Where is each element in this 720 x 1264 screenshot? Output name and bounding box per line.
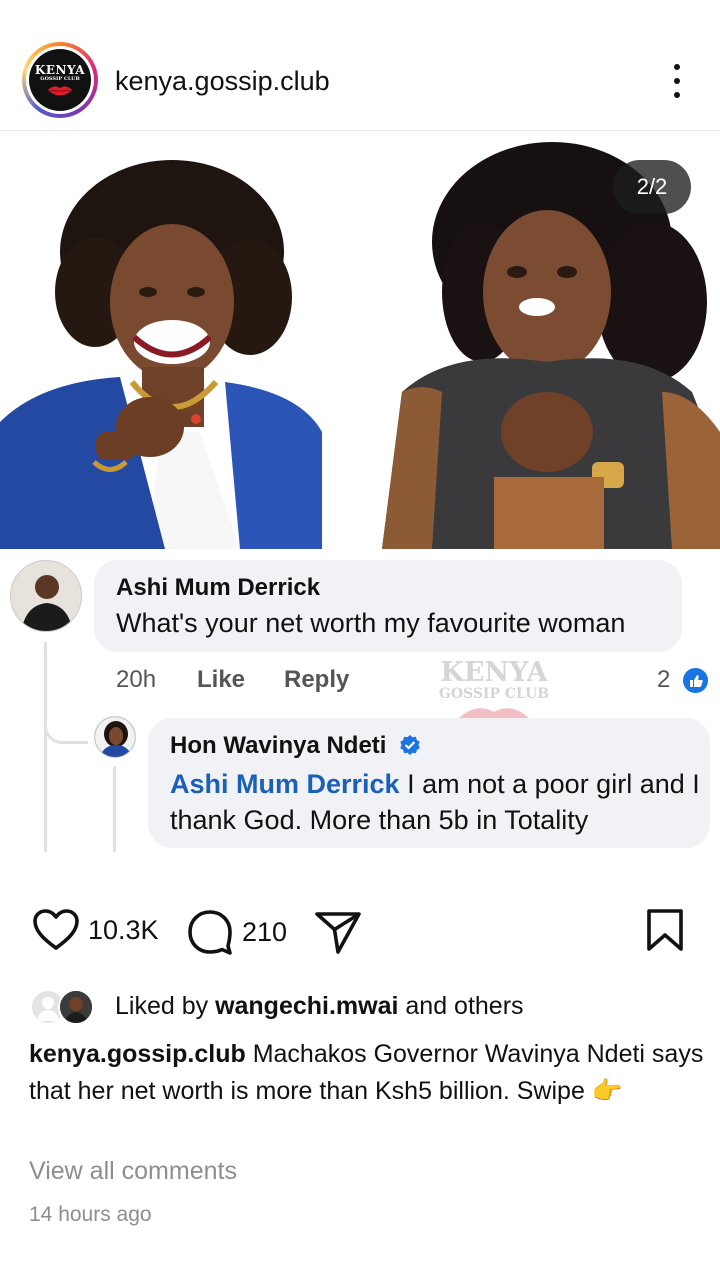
- liked-by-text: Liked by wangechi.mwai and others: [115, 992, 524, 1020]
- account-username[interactable]: kenya.gossip.club: [115, 66, 330, 97]
- liked-by-user[interactable]: wangechi.mwai: [215, 992, 398, 1020]
- bookmark-icon: [647, 909, 683, 951]
- post-header: KENYA GOSSIP CLUB kenya.gossip.club: [0, 0, 720, 131]
- comment-icon: [188, 910, 232, 955]
- more-options-icon[interactable]: [670, 64, 684, 98]
- save-button[interactable]: [646, 908, 684, 952]
- liked-by-row[interactable]: Liked by wangechi.mwai and others: [30, 986, 710, 1026]
- liker-avatar-2: [58, 989, 94, 1025]
- photo-woman-speaking: 2/2: [362, 132, 720, 549]
- comment-author: Ashi Mum Derrick: [116, 574, 321, 601]
- heart-icon: [33, 909, 79, 950]
- verified-badge-icon: [400, 735, 420, 755]
- lips-icon: [48, 86, 72, 96]
- thumbs-up-icon: [681, 666, 710, 695]
- reply-text: Ashi Mum Derrick I am not a poor girl an…: [170, 769, 700, 835]
- thread-line: [44, 642, 47, 852]
- thread-connector: [44, 692, 88, 744]
- post-caption: kenya.gossip.club Machakos Governor Wavi…: [29, 1036, 709, 1110]
- thread-line-reply: [113, 766, 116, 852]
- comment-bubble: Ashi Mum Derrick What's your net worth m…: [94, 560, 682, 652]
- reply-author: Hon Wavinya Ndeti: [170, 732, 387, 759]
- pointing-right-emoji: 👉: [591, 1077, 623, 1105]
- reply-bubble: Hon Wavinya Ndeti Ashi Mum Derrick I am …: [148, 718, 710, 848]
- share-button[interactable]: [314, 908, 362, 956]
- comment-reply-link: Reply: [284, 666, 350, 693]
- send-icon: [315, 912, 361, 954]
- post-actions: 10.3K 210: [0, 908, 720, 968]
- reply-mention: Ashi Mum Derrick: [170, 769, 400, 799]
- carousel-counter: 2/2: [613, 160, 691, 214]
- account-avatar[interactable]: KENYA GOSSIP CLUB: [22, 42, 98, 118]
- view-all-comments-link[interactable]: View all comments: [29, 1157, 237, 1186]
- comment-text: What's your net worth my favourite woman: [116, 608, 626, 638]
- likes-count: 10.3K: [88, 914, 159, 945]
- reaction-count: 2: [657, 666, 671, 693]
- post-timestamp: 14 hours ago: [29, 1203, 152, 1226]
- comment-like-link: Like: [197, 666, 246, 693]
- reply-author-avatar: [94, 716, 136, 758]
- kenya-gossip-club-logo: KENYA GOSSIP CLUB: [29, 49, 91, 111]
- post-image[interactable]: 2/2 Ashi Mum Derrick What's your net wor…: [0, 132, 720, 872]
- comments-count: 210: [242, 916, 288, 947]
- commenter-avatar: [10, 560, 82, 632]
- like-button[interactable]: 10.3K: [32, 908, 159, 952]
- photo-woman-pointing: [0, 132, 322, 549]
- comment-time: 20h: [116, 666, 157, 693]
- caption-username[interactable]: kenya.gossip.club: [29, 1040, 246, 1068]
- comment-button[interactable]: 210: [186, 908, 287, 956]
